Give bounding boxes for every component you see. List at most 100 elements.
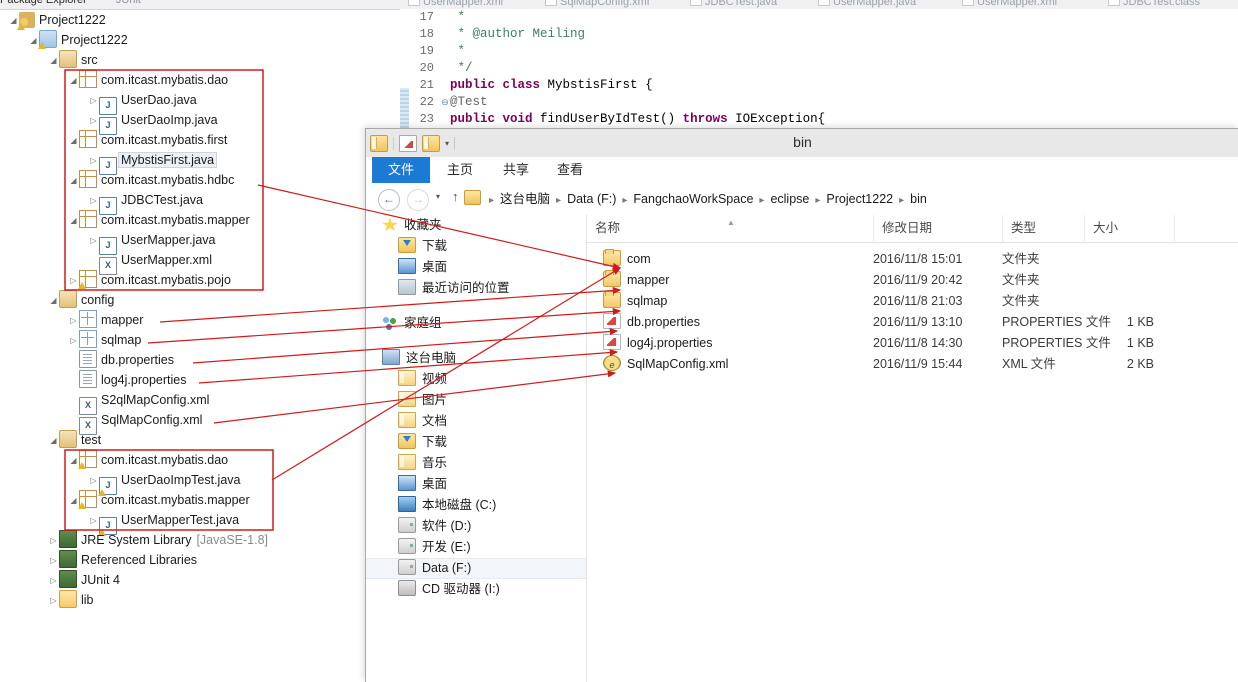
- breadcrumb-item-2[interactable]: FangchaoWorkSpace: [633, 192, 753, 206]
- ribbon-tab-share[interactable]: 共享: [490, 157, 542, 183]
- fold-toggle-icon[interactable]: [440, 27, 450, 44]
- nav-item-11[interactable]: 下载: [366, 432, 586, 453]
- editor-tab-2[interactable]: JDBCTest.java: [690, 0, 777, 8]
- tree-item-s2qlmapconfig-xml[interactable]: X S2qlMapConfig.xml: [0, 390, 366, 415]
- collapsed-arrow-icon[interactable]: ▷: [68, 311, 79, 331]
- tree-item-jdbctest-java[interactable]: ▷ J JDBCTest.java: [0, 190, 366, 215]
- expanded-arrow-icon[interactable]: ◢: [68, 131, 79, 151]
- expanded-arrow-icon[interactable]: ◢: [68, 171, 79, 191]
- table-row[interactable]: sqlmap 2016/11/8 21:03 文件夹: [587, 291, 1238, 312]
- tree-item-test[interactable]: ◢ test: [0, 430, 366, 450]
- package-explorer-tree[interactable]: ◢ Project1222 ◢ Project1222 ◢ src ◢ com.itcast.…: [0, 10, 366, 670]
- nav-item-14[interactable]: 本地磁盘 (C:): [366, 495, 586, 516]
- collapsed-arrow-icon[interactable]: ▷: [88, 191, 99, 211]
- nav-item-18[interactable]: CD 驱动器 (I:): [366, 579, 586, 600]
- expanded-arrow-icon[interactable]: ◢: [48, 431, 59, 451]
- tree-item-referenced-libraries[interactable]: ▷ Referenced Libraries: [0, 550, 366, 570]
- tree-item-sqlmapconfig-xml[interactable]: X SqlMapConfig.xml: [0, 410, 366, 435]
- recent-locations-caret-icon[interactable]: ▾: [436, 192, 440, 201]
- tree-item-jre-system-library[interactable]: ▷ JRE System Library [JavaSE-1.8]: [0, 530, 366, 550]
- tree-item-com-itcast-mybatis-first[interactable]: ◢ com.itcast.mybatis.first: [0, 130, 366, 150]
- fold-toggle-icon[interactable]: [440, 61, 450, 78]
- expanded-arrow-icon[interactable]: ◢: [48, 291, 59, 311]
- column-header-size[interactable]: 大小: [1084, 215, 1174, 242]
- breadcrumb-item-3[interactable]: eclipse: [770, 192, 809, 206]
- tree-item-userdao-java[interactable]: ▷ J UserDao.java: [0, 90, 366, 115]
- table-row[interactable]: db.properties 2016/11/9 13:10 PROPERTIES 文…: [587, 312, 1238, 333]
- nav-item-9[interactable]: 图片: [366, 390, 586, 411]
- tree-item-com-itcast-mybatis-mapper[interactable]: ◢ com.itcast.mybatis.mapper: [0, 210, 366, 230]
- tree-item-src[interactable]: ◢ src: [0, 50, 366, 70]
- tree-item-com-itcast-mybatis-pojo[interactable]: ▷ com.itcast.mybatis.pojo: [0, 270, 366, 290]
- tree-item-userdaoimptest-java[interactable]: ▷ J UserDaoImpTest.java: [0, 470, 366, 496]
- breadcrumb-item-5[interactable]: bin: [910, 192, 927, 206]
- tree-item-userdaoimp-java[interactable]: ▷ J UserDaoImp.java: [0, 110, 366, 135]
- nav-item-2[interactable]: 桌面: [366, 257, 586, 278]
- table-row[interactable]: mapper 2016/11/9 20:42 文件夹: [587, 270, 1238, 291]
- nav-item-15[interactable]: 软件 (D:): [366, 516, 586, 537]
- tree-item-project1222[interactable]: ◢ Project1222: [0, 30, 366, 50]
- tree-item-usermapper-xml[interactable]: X UserMapper.xml: [0, 250, 366, 275]
- tree-item-junit-4[interactable]: ▷ JUnit 4: [0, 570, 366, 590]
- nav-item-13[interactable]: 桌面: [366, 474, 586, 495]
- column-headers[interactable]: 名称 ▲ 修改日期 类型 大小: [587, 215, 1238, 243]
- tree-item-lib[interactable]: ▷ lib: [0, 590, 366, 610]
- tab-junit[interactable]: JUnit: [116, 0, 141, 6]
- collapsed-arrow-icon[interactable]: ▷: [48, 571, 59, 591]
- tree-item-com-itcast-mybatis-dao[interactable]: ◢ com.itcast.mybatis.dao: [0, 450, 366, 470]
- fold-toggle-icon[interactable]: [440, 78, 450, 95]
- tree-item-mybstisfirst-java[interactable]: ▷ J MybstisFirst.java: [0, 150, 366, 175]
- editor-tab-0[interactable]: UserMapper.xml: [408, 0, 503, 8]
- editor-tab-1[interactable]: SqlMapConfig.xml: [545, 0, 649, 8]
- breadcrumb[interactable]: ▸ 这台电脑 ▸ Data (F:) ▸ FangchaoWorkSpace ▸ eclips…: [464, 183, 1231, 215]
- collapsed-arrow-icon[interactable]: ▷: [48, 531, 59, 551]
- fold-toggle-icon[interactable]: [440, 44, 450, 61]
- forward-button[interactable]: →: [407, 189, 429, 211]
- nav-item-12[interactable]: 音乐: [366, 453, 586, 474]
- collapsed-arrow-icon[interactable]: ▷: [88, 511, 99, 531]
- expanded-arrow-icon[interactable]: ◢: [68, 71, 79, 91]
- breadcrumb-item-1[interactable]: Data (F:): [567, 192, 616, 206]
- table-row[interactable]: com 2016/11/8 15:01 文件夹: [587, 249, 1238, 270]
- editor-tab-3[interactable]: UserMapper.java: [818, 0, 916, 8]
- nav-item-8[interactable]: 视频: [366, 369, 586, 390]
- collapsed-arrow-icon[interactable]: ▷: [48, 551, 59, 571]
- file-list-pane[interactable]: 名称 ▲ 修改日期 类型 大小 com 2016/11/8 15:01 文件夹 map…: [587, 215, 1238, 682]
- collapsed-arrow-icon[interactable]: ▷: [48, 591, 59, 611]
- ribbon-tab-view[interactable]: 查看: [544, 157, 596, 183]
- nav-item-0[interactable]: 收藏夹: [366, 215, 586, 236]
- editor-tab-4[interactable]: UserMapper.xml: [962, 0, 1057, 8]
- collapsed-arrow-icon[interactable]: ▷: [88, 91, 99, 111]
- navigation-pane[interactable]: 收藏夹 下载 桌面 最近访问的位置 家庭组 这台电脑 视频 图片 文档 下载 音乐 桌面 本地磁盘 (C…: [366, 215, 587, 682]
- tree-item-project1222[interactable]: ◢ Project1222: [0, 10, 366, 30]
- expanded-arrow-icon[interactable]: ◢: [48, 51, 59, 71]
- tree-item-db-properties[interactable]: db.properties: [0, 350, 366, 370]
- back-button[interactable]: ←: [378, 189, 400, 211]
- nav-item-5[interactable]: 家庭组: [366, 313, 586, 334]
- tree-item-usermapper-java[interactable]: ▷ J UserMapper.java: [0, 230, 366, 255]
- tree-item-mapper[interactable]: ▷ mapper: [0, 310, 366, 330]
- nav-item-16[interactable]: 开发 (E:): [366, 537, 586, 558]
- collapsed-arrow-icon[interactable]: ▷: [88, 471, 99, 491]
- collapsed-arrow-icon[interactable]: ▷: [68, 331, 79, 351]
- table-row[interactable]: SqlMapConfig.xml 2016/11/9 15:44 XML 文件 2 K…: [587, 354, 1238, 376]
- collapsed-arrow-icon[interactable]: ▷: [88, 231, 99, 251]
- nav-item-17[interactable]: Data (F:): [366, 558, 586, 579]
- ribbon-tab-home[interactable]: 主页: [434, 157, 486, 183]
- tree-item-log4j-properties[interactable]: log4j.properties: [0, 370, 366, 390]
- collapsed-arrow-icon[interactable]: ▷: [88, 151, 99, 171]
- tree-item-sqlmap[interactable]: ▷ sqlmap: [0, 330, 366, 350]
- nav-item-7[interactable]: 这台电脑: [366, 348, 586, 369]
- fold-toggle-icon[interactable]: [440, 10, 450, 27]
- tree-item-com-itcast-mybatis-dao[interactable]: ◢ com.itcast.mybatis.dao: [0, 70, 366, 90]
- column-header-type[interactable]: 类型: [1002, 215, 1084, 242]
- column-header-extra[interactable]: [1174, 215, 1234, 242]
- fold-toggle-icon[interactable]: [440, 112, 450, 129]
- column-header-date[interactable]: 修改日期: [873, 215, 1002, 242]
- ribbon-tab-file[interactable]: 文件: [372, 157, 431, 183]
- nav-item-10[interactable]: 文档: [366, 411, 586, 432]
- editor-tab-5[interactable]: JDBCTest.class: [1108, 0, 1200, 8]
- tree-item-usermappertest-java[interactable]: ▷ J UserMapperTest.java: [0, 510, 366, 536]
- expanded-arrow-icon[interactable]: ◢: [68, 211, 79, 231]
- tree-item-com-itcast-mybatis-hdbc[interactable]: ◢ com.itcast.mybatis.hdbc: [0, 170, 366, 190]
